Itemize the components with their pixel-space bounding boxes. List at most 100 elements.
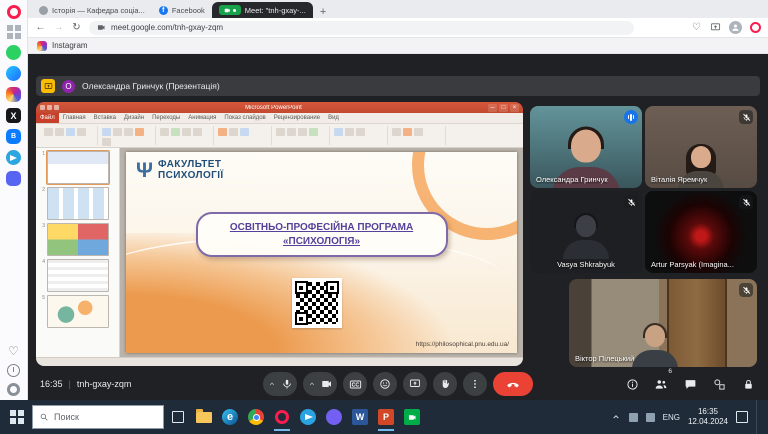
tab-meet-active[interactable]: Meet: "tnh-gxay-... xyxy=(212,2,313,18)
back-button[interactable] xyxy=(35,22,46,33)
tray-icon[interactable] xyxy=(629,413,638,422)
slide-thumbnail-row[interactable]: 4 xyxy=(40,259,116,292)
ppt-tab-home[interactable]: Главная xyxy=(59,115,90,121)
instagram-icon[interactable] xyxy=(6,87,21,102)
present-button[interactable] xyxy=(403,372,427,396)
taskbar-app-telegram[interactable] xyxy=(296,403,320,431)
ppt-tab-review[interactable]: Рецензирование xyxy=(270,115,324,121)
bookmark-heart-icon[interactable] xyxy=(691,22,702,33)
ppt-tab-design[interactable]: Дизайн xyxy=(120,115,148,121)
speed-dial-icon[interactable] xyxy=(7,25,21,39)
slide-thumbnail-row[interactable]: 1 xyxy=(40,151,116,184)
taskbar-app-powerpoint[interactable] xyxy=(374,403,398,431)
leave-call-button[interactable] xyxy=(493,372,533,396)
slide-thumbnail[interactable] xyxy=(47,151,109,184)
opera-logo-icon[interactable] xyxy=(6,4,21,19)
taskbar-app-word[interactable] xyxy=(348,403,372,431)
x-icon[interactable] xyxy=(6,108,21,123)
ppt-tab-view[interactable]: Вид xyxy=(324,115,343,121)
ppt-status-bar xyxy=(36,357,523,366)
tab-history-page[interactable]: Історія — Кафедра соціа... xyxy=(32,2,152,18)
meeting-code: tnh-gxay-zqm xyxy=(77,379,132,389)
camera-button[interactable] xyxy=(316,372,337,396)
windows-taskbar: Поиск ENG 16:35 12.04.2024 xyxy=(0,400,768,434)
ppt-tab-transitions[interactable]: Переходы xyxy=(148,115,184,121)
folder-icon xyxy=(196,412,212,423)
ppt-tab-insert[interactable]: Вставка xyxy=(90,115,120,121)
participant-tile[interactable]: Олександра Гринчук xyxy=(530,106,642,188)
participant-tile[interactable]: Віталія Яремчук xyxy=(645,106,757,188)
slide-thumbnail-row[interactable]: 3 xyxy=(40,223,116,256)
slide-thumbnail[interactable] xyxy=(47,259,109,292)
shared-screen[interactable]: Microsoft PowerPoint Файл Главная Вставк… xyxy=(36,102,523,366)
taskbar-search-box[interactable]: Поиск xyxy=(32,405,164,429)
taskbar-app-viber[interactable] xyxy=(322,403,346,431)
meet-icon xyxy=(404,409,420,425)
language-indicator[interactable]: ENG xyxy=(663,413,680,422)
taskbar-clock[interactable]: 16:35 12.04.2024 xyxy=(688,407,728,428)
slide-thumbnail-row[interactable]: 2 xyxy=(40,187,116,220)
chrome-icon xyxy=(248,409,264,425)
tab-facebook[interactable]: Facebook xyxy=(152,2,212,18)
opera-menu-button[interactable] xyxy=(750,22,761,33)
ppt-tab-animation[interactable]: Анимация xyxy=(184,115,220,121)
tray-chevron-up-icon[interactable] xyxy=(611,412,621,422)
show-desktop-button[interactable] xyxy=(756,400,760,434)
messenger-icon[interactable] xyxy=(6,66,21,81)
camera-options-chevron[interactable] xyxy=(307,380,316,388)
recording-dot-icon xyxy=(233,9,236,12)
more-options-button[interactable] xyxy=(463,372,487,396)
settings-icon[interactable] xyxy=(7,383,20,396)
telegram-icon[interactable] xyxy=(6,150,21,165)
taskbar-app-chrome[interactable] xyxy=(244,403,268,431)
slide-thumbnail[interactable] xyxy=(47,187,109,220)
chat-button[interactable] xyxy=(682,376,698,392)
ppt-tab-slideshow[interactable]: Показ слайдов xyxy=(220,115,269,121)
slide-thumbnail-row[interactable]: 5 xyxy=(40,295,116,328)
slide-number: 5 xyxy=(40,295,45,328)
meeting-details-button[interactable] xyxy=(624,376,640,392)
ppt-tab-file[interactable]: Файл xyxy=(36,113,59,123)
slide-thumbnail[interactable] xyxy=(47,223,109,256)
ppt-quick-access[interactable] xyxy=(40,105,59,110)
ppt-close-button[interactable] xyxy=(510,104,519,112)
taskbar-app-meet[interactable] xyxy=(400,403,424,431)
activities-button[interactable] xyxy=(711,376,727,392)
profile-avatar[interactable] xyxy=(729,21,742,34)
taskbar-app-explorer[interactable] xyxy=(192,403,216,431)
snapshot-icon[interactable] xyxy=(710,22,721,33)
host-controls-button[interactable] xyxy=(740,376,756,392)
participant-tile[interactable]: Artur Parsyak (Imagina... xyxy=(645,191,757,273)
taskbar-app-opera[interactable] xyxy=(270,403,294,431)
new-tab-button[interactable] xyxy=(313,6,333,18)
instagram-panel-icon[interactable] xyxy=(37,41,47,51)
forward-button[interactable] xyxy=(53,22,64,33)
participant-tile[interactable]: Віктор Пілецький xyxy=(569,279,757,367)
reactions-button[interactable] xyxy=(373,372,397,396)
screen: Історія — Кафедра соціа... Facebook Meet… xyxy=(0,0,768,434)
discord-icon[interactable] xyxy=(6,171,21,186)
instagram-panel-strip: Instagram xyxy=(28,38,768,54)
history-icon[interactable] xyxy=(7,364,20,377)
taskbar-app-edge[interactable] xyxy=(218,403,242,431)
mic-options-chevron[interactable] xyxy=(267,380,276,388)
vk-icon[interactable] xyxy=(6,129,21,144)
captions-button[interactable] xyxy=(343,372,367,396)
bookmarks-heart-icon[interactable] xyxy=(6,343,21,358)
reload-button[interactable] xyxy=(71,22,82,33)
participant-tile[interactable]: Vasya Shkrabyuk xyxy=(530,191,642,273)
facebook-favicon xyxy=(159,6,168,15)
start-button[interactable] xyxy=(4,403,30,431)
whatsapp-icon[interactable] xyxy=(6,45,21,60)
mic-button[interactable] xyxy=(276,372,297,396)
presenter-banner-text: Олександра Гринчук (Презентація) xyxy=(82,81,220,91)
tray-icon[interactable] xyxy=(646,413,655,422)
task-view-button[interactable] xyxy=(166,403,190,431)
url-field[interactable]: meet.google.com/tnh-gxay-zqm xyxy=(89,21,634,35)
ppt-minimize-button[interactable] xyxy=(488,104,497,112)
raise-hand-button[interactable] xyxy=(433,372,457,396)
action-center-icon[interactable] xyxy=(736,411,748,423)
people-button[interactable]: 6 xyxy=(653,376,669,392)
ppt-maximize-button[interactable] xyxy=(499,104,508,112)
slide-thumbnail[interactable] xyxy=(47,295,109,328)
